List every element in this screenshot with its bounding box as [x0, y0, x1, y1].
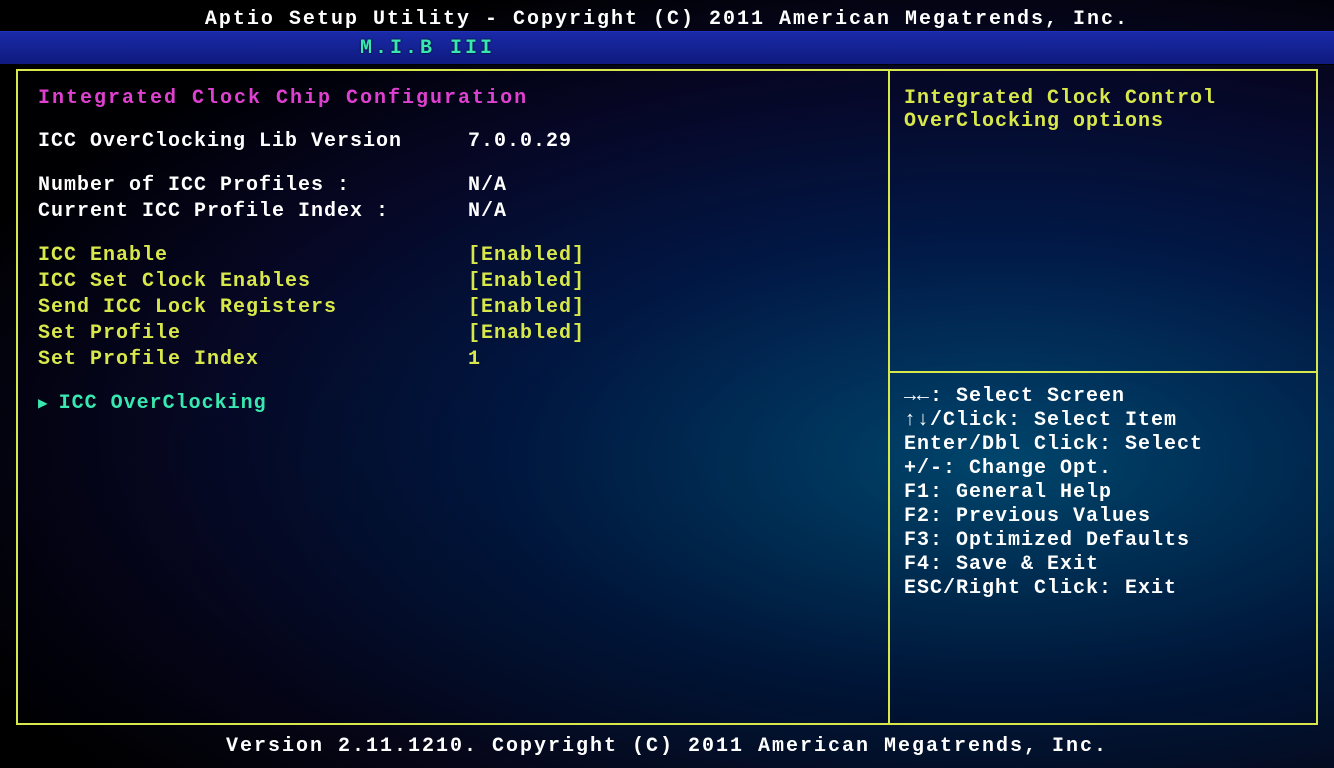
option-label: Set Profile Index [38, 348, 468, 371]
option-send-icc-lock-registers[interactable]: Send ICC Lock Registers [Enabled] [38, 294, 868, 320]
help-description: Integrated Clock Control OverClocking op… [890, 71, 1316, 371]
info-label: ICC OverClocking Lib Version [38, 130, 468, 153]
help-line: F4: Save & Exit [904, 553, 1302, 577]
utility-title: Aptio Setup Utility - Copyright (C) 2011… [0, 0, 1334, 31]
help-line: Enter/Dbl Click: Select [904, 433, 1302, 457]
submenu-label: ICC OverClocking [59, 392, 267, 415]
submenu-icc-overclocking[interactable]: ▶ ICC OverClocking [38, 390, 868, 416]
option-label: ICC Enable [38, 244, 468, 267]
option-label: Send ICC Lock Registers [38, 296, 468, 319]
option-value: [Enabled] [468, 270, 585, 293]
profile-value: N/A [468, 200, 507, 223]
profile-value: N/A [468, 174, 507, 197]
option-value: [Enabled] [468, 322, 585, 345]
option-icc-set-clock-enables[interactable]: ICC Set Clock Enables [Enabled] [38, 268, 868, 294]
profile-label: Current ICC Profile Index : [38, 200, 468, 223]
help-line: ↑↓/Click: Select Item [904, 409, 1302, 433]
option-label: Set Profile [38, 322, 468, 345]
tab-bar: M.I.B III [0, 31, 1334, 65]
help-desc-line: Integrated Clock Control [904, 87, 1302, 110]
help-line: ESC/Right Click: Exit [904, 577, 1302, 601]
help-line: F2: Previous Values [904, 505, 1302, 529]
content-frame: Integrated Clock Chip Configuration ICC … [16, 69, 1318, 725]
info-row: ICC OverClocking Lib Version 7.0.0.29 [38, 128, 868, 154]
option-set-profile[interactable]: Set Profile [Enabled] [38, 320, 868, 346]
option-value: [Enabled] [468, 244, 585, 267]
option-value: [Enabled] [468, 296, 585, 319]
option-value: 1 [468, 348, 481, 371]
key-help: →←: Select Screen ↑↓/Click: Select Item … [890, 373, 1316, 723]
help-line: F1: General Help [904, 481, 1302, 505]
main-pane: Integrated Clock Chip Configuration ICC … [18, 71, 890, 723]
help-line: →←: Select Screen [904, 385, 1302, 409]
tab-mib-iii[interactable]: M.I.B III [360, 37, 495, 60]
profile-row: Number of ICC Profiles : N/A [38, 172, 868, 198]
info-value: 7.0.0.29 [468, 130, 572, 153]
option-set-profile-index[interactable]: Set Profile Index 1 [38, 346, 868, 372]
footer-version: Version 2.11.1210. Copyright (C) 2011 Am… [0, 731, 1334, 768]
help-line: F3: Optimized Defaults [904, 529, 1302, 553]
side-pane: Integrated Clock Control OverClocking op… [890, 71, 1316, 723]
help-line: +/-: Change Opt. [904, 457, 1302, 481]
submenu-arrow-icon: ▶ [38, 393, 49, 413]
profile-label: Number of ICC Profiles : [38, 174, 468, 197]
option-label: ICC Set Clock Enables [38, 270, 468, 293]
section-title: Integrated Clock Chip Configuration [38, 87, 868, 110]
option-icc-enable[interactable]: ICC Enable [Enabled] [38, 242, 868, 268]
profile-row: Current ICC Profile Index : N/A [38, 198, 868, 224]
help-desc-line: OverClocking options [904, 110, 1302, 133]
